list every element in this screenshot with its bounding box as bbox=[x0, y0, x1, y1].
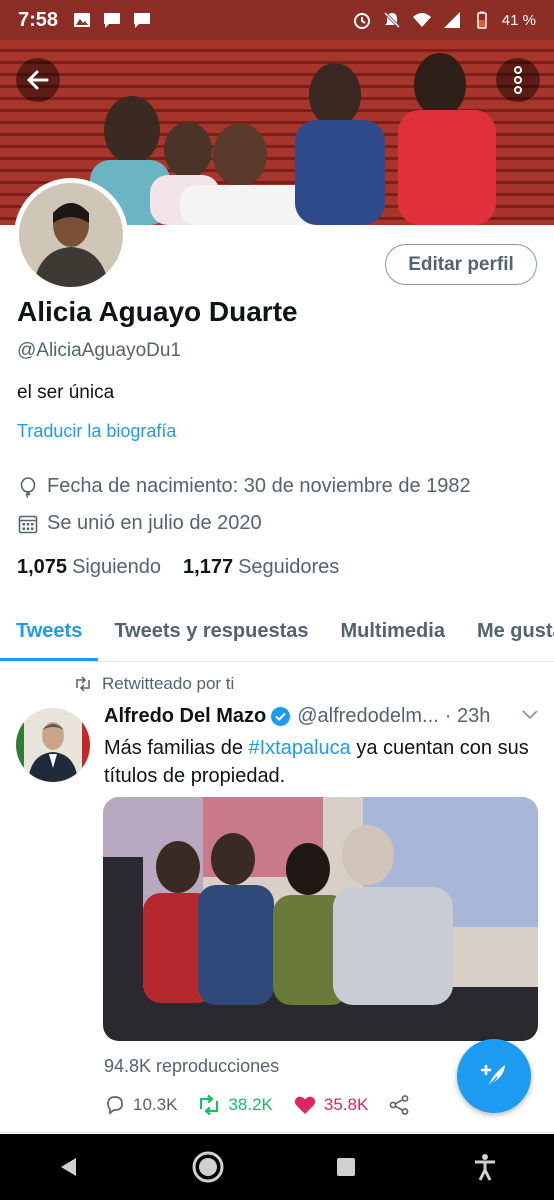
following-count: 1,075 bbox=[17, 556, 68, 578]
profile-handle: @AliciaAguayoDu1 bbox=[17, 340, 181, 361]
status-time: 7:58 bbox=[18, 8, 59, 31]
tab-tweets-replies[interactable]: Tweets y respuestas bbox=[98, 604, 324, 661]
followers-count: 1,177 bbox=[183, 556, 234, 578]
share-icon bbox=[389, 1095, 409, 1115]
mute-icon bbox=[383, 11, 400, 29]
home-circle-icon bbox=[192, 1151, 224, 1183]
feather-plus-icon bbox=[480, 1064, 505, 1088]
retweet-count: 38.2K bbox=[228, 1095, 273, 1114]
tweet-author-name[interactable]: Alfredo Del Mazo bbox=[104, 705, 266, 728]
tweet-photo bbox=[103, 797, 538, 1041]
chevron-down-icon bbox=[522, 710, 538, 720]
retweet-button[interactable]: 38.2K bbox=[197, 1094, 273, 1116]
reply-button[interactable]: 10.3K bbox=[104, 1094, 177, 1116]
retweet-context-text: Retwitteado por ti bbox=[102, 674, 235, 693]
tweet-actions: 10.3K 38.2K 35.8K bbox=[104, 1094, 430, 1116]
tweet-author-photo bbox=[16, 708, 90, 782]
retweet-icon bbox=[76, 676, 90, 692]
tab-media[interactable]: Multimedia bbox=[325, 604, 461, 661]
hashtag-link[interactable]: #Ixtapaluca bbox=[249, 737, 351, 759]
tweet-text: Más familias de #Ixtapaluca ya cuentan c… bbox=[104, 734, 534, 790]
following-label: Siguiendo bbox=[72, 556, 162, 578]
nav-back-button[interactable] bbox=[39, 1142, 99, 1192]
battery-icon bbox=[477, 11, 487, 29]
tweet-author-avatar[interactable] bbox=[16, 708, 90, 782]
tweet-divider bbox=[0, 1132, 554, 1133]
avatar[interactable] bbox=[14, 178, 128, 292]
battery-percent: 41 % bbox=[501, 11, 536, 29]
signal-icon bbox=[443, 12, 460, 28]
edit-profile-button[interactable]: Editar perfil bbox=[385, 244, 537, 285]
tweet-options-button[interactable] bbox=[520, 705, 540, 728]
like-count: 35.8K bbox=[323, 1095, 369, 1114]
profile-name: Alicia Aguayo Duarte bbox=[17, 296, 298, 327]
tweet-header: Alfredo Del Mazo @alfredodelm... · 23h bbox=[104, 705, 540, 728]
profile-tabs: Tweets Tweets y respuestas Multimedia Me… bbox=[0, 604, 554, 662]
message-icon bbox=[104, 13, 121, 28]
triangle-back-icon bbox=[61, 1158, 77, 1176]
nav-home-button[interactable] bbox=[178, 1142, 238, 1192]
join-date-text: Se unió en julio de 2020 bbox=[47, 512, 262, 534]
followers-link[interactable]: 1,177 Seguidores bbox=[183, 556, 339, 579]
retweet-icon bbox=[200, 1094, 219, 1116]
translate-bio-link[interactable]: Traducir la biografía bbox=[17, 421, 176, 442]
followers-label: Seguidores bbox=[238, 556, 340, 578]
square-recents-icon bbox=[337, 1158, 356, 1176]
avatar-photo bbox=[19, 183, 123, 287]
heart-icon bbox=[294, 1096, 316, 1114]
balloon-icon bbox=[20, 476, 36, 498]
alarm-icon bbox=[353, 13, 370, 29]
retweet-context: Retwitteado por ti bbox=[74, 674, 234, 694]
tweet-time[interactable]: · 23h bbox=[445, 705, 491, 728]
image-icon bbox=[74, 13, 91, 27]
following-link[interactable]: 1,075 Siguiendo bbox=[17, 556, 161, 579]
compose-tweet-button[interactable] bbox=[457, 1039, 531, 1113]
tab-likes[interactable]: Me gusta bbox=[461, 604, 554, 661]
calendar-icon bbox=[18, 515, 38, 533]
back-button[interactable] bbox=[16, 58, 60, 102]
birth-date: Fecha de nacimiento: 30 de noviembre de … bbox=[17, 475, 471, 498]
tweet-media[interactable] bbox=[103, 797, 538, 1041]
tweet-author-handle[interactable]: @alfredodelm... bbox=[297, 705, 438, 728]
join-date: Se unió en julio de 2020 bbox=[17, 512, 262, 535]
reply-count: 10.3K bbox=[133, 1095, 178, 1114]
tweet-text-start: Más familias de bbox=[104, 737, 249, 759]
nav-recents-button[interactable] bbox=[316, 1142, 376, 1192]
verified-badge-icon bbox=[271, 707, 291, 726]
tweet-views: 94.8K reproducciones bbox=[104, 1056, 280, 1076]
birth-date-text: Fecha de nacimiento: 30 de noviembre de … bbox=[47, 475, 471, 497]
nav-accessibility-button[interactable] bbox=[455, 1142, 515, 1192]
profile-bio: el ser única bbox=[17, 382, 115, 403]
share-button[interactable] bbox=[388, 1094, 410, 1116]
more-options-button[interactable] bbox=[496, 58, 540, 102]
status-bar: 7:58 41 % bbox=[0, 0, 554, 40]
tab-tweets[interactable]: Tweets bbox=[0, 604, 99, 661]
accessibility-icon bbox=[474, 1154, 495, 1181]
reply-icon bbox=[107, 1096, 123, 1115]
like-button[interactable]: 35.8K bbox=[293, 1094, 368, 1116]
navigation-bar bbox=[0, 1134, 554, 1200]
arrow-left-icon bbox=[27, 70, 49, 90]
message-icon bbox=[134, 13, 151, 28]
more-vertical-icon bbox=[514, 66, 522, 94]
follow-stats: 1,075 Siguiendo 1,177 Seguidores bbox=[17, 556, 339, 579]
wifi-icon bbox=[412, 13, 431, 27]
